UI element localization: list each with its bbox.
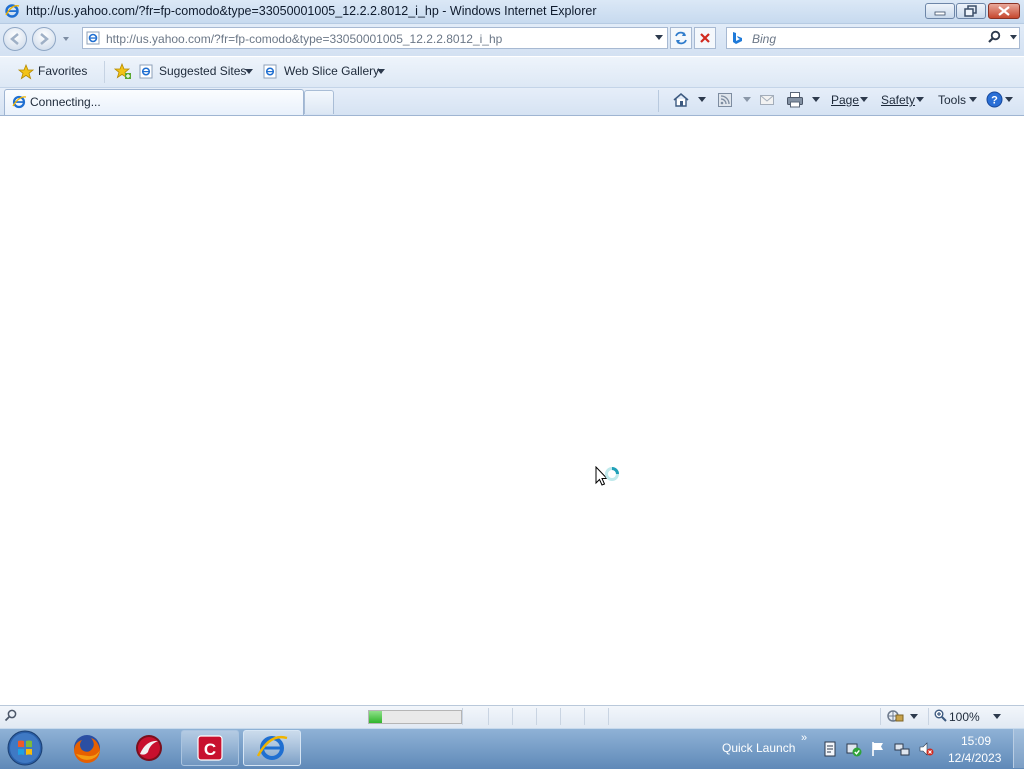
chevron-down-icon[interactable] (969, 97, 977, 103)
ie-icon (5, 4, 20, 18)
firefox-icon (74, 735, 100, 763)
taskbar-comodo[interactable]: C (181, 730, 239, 766)
chevron-down-icon (245, 69, 253, 74)
tab-label: Connecting... (30, 95, 101, 109)
protected-mode-icon[interactable] (886, 709, 906, 723)
busy-cursor-icon (595, 466, 619, 486)
window-title: http://us.yahoo.com/?fr=fp-comodo&type=3… (26, 4, 597, 18)
clock-date[interactable]: 12/4/2023 (948, 751, 1001, 765)
help-dropdown-icon[interactable] (1005, 97, 1013, 103)
chevron-down-icon[interactable] (916, 97, 924, 103)
zoom-icon[interactable] (934, 709, 947, 722)
home-icon[interactable] (672, 92, 690, 108)
add-to-favorites-bar-icon[interactable] (114, 63, 132, 81)
refresh-icon (675, 31, 687, 45)
status-divider (608, 708, 609, 725)
svg-text:C: C (204, 740, 216, 759)
stop-button[interactable] (694, 27, 716, 49)
status-divider (512, 708, 513, 725)
comodo-dragon-icon (136, 735, 162, 761)
back-button[interactable] (3, 27, 27, 51)
favorites-label: Favorites (38, 64, 88, 78)
command-bar-divider (658, 90, 659, 112)
status-divider (880, 708, 881, 725)
stop-icon (700, 33, 710, 43)
zoom-level[interactable]: 100% (949, 710, 980, 724)
new-tab-button[interactable] (304, 90, 334, 114)
taskbar-internet-explorer[interactable] (243, 730, 301, 766)
forward-arrow-icon (40, 33, 49, 45)
tools-menu[interactable]: Tools (938, 93, 966, 107)
page-content[interactable] (0, 116, 1024, 705)
search-icon (4, 709, 17, 722)
forward-button[interactable] (32, 27, 56, 51)
favorites-item-web-slice-gallery[interactable]: Web Slice Gallery (262, 61, 390, 83)
favorites-item-suggested-sites[interactable]: Suggested Sites (138, 61, 256, 83)
favorites-button[interactable]: Favorites (14, 61, 92, 83)
favorites-item-label: Web Slice Gallery (284, 64, 380, 78)
restore-icon (964, 5, 977, 17)
status-divider (462, 708, 463, 725)
bing-icon (733, 32, 742, 44)
protected-mode-dropdown-icon[interactable] (910, 714, 918, 720)
page-icon (139, 64, 153, 79)
print-dropdown-icon[interactable] (812, 97, 820, 103)
address-url[interactable]: http://us.yahoo.com/?fr=fp-comodo&type=3… (106, 32, 502, 46)
search-options-dropdown-icon[interactable] (1009, 34, 1018, 41)
volume-muted-icon[interactable] (918, 741, 934, 757)
taskbar-firefox[interactable] (58, 730, 116, 766)
comodo-icon: C (197, 735, 223, 761)
status-divider (560, 708, 561, 725)
chevron-down-icon (377, 69, 385, 74)
home-dropdown-icon[interactable] (698, 97, 706, 103)
start-button[interactable] (5, 729, 45, 767)
help-icon[interactable]: ? (986, 91, 1003, 108)
refresh-button[interactable] (670, 27, 692, 49)
page-icon (86, 31, 100, 45)
ie-icon (256, 735, 288, 760)
feeds-icon[interactable] (717, 92, 733, 108)
network-icon[interactable] (894, 741, 910, 757)
page-menu[interactable]: Page (831, 93, 859, 107)
restore-button[interactable] (956, 3, 986, 19)
favorites-divider (104, 61, 105, 83)
minimize-button[interactable] (925, 3, 955, 19)
close-button[interactable] (988, 3, 1020, 19)
minimize-icon (934, 11, 946, 16)
zoom-dropdown-icon[interactable] (993, 714, 1001, 720)
back-arrow-icon (10, 33, 19, 45)
recent-pages-dropdown-icon[interactable] (60, 34, 72, 44)
svg-text:?: ? (991, 95, 998, 107)
quick-launch-label[interactable]: Quick Launch (722, 741, 795, 755)
print-icon[interactable] (786, 91, 804, 108)
action-center-flag-icon[interactable] (870, 741, 886, 757)
status-divider (536, 708, 537, 725)
status-divider (928, 708, 929, 725)
loading-progress-bar (368, 710, 462, 724)
taskbar-comodo-dragon[interactable] (120, 730, 178, 766)
tray-document-icon[interactable] (822, 741, 838, 757)
favorites-star-icon (18, 64, 34, 80)
address-dropdown-icon[interactable] (654, 34, 664, 42)
search-placeholder[interactable]: Bing (752, 32, 776, 46)
tray-security-check-icon[interactable] (846, 741, 862, 757)
search-icon[interactable] (987, 30, 1001, 44)
chevron-down-icon[interactable] (860, 97, 868, 103)
loading-progress-fill (369, 711, 382, 723)
page-icon (263, 64, 277, 79)
quick-launch-chevron[interactable]: » (801, 732, 807, 744)
close-icon (998, 6, 1010, 16)
favorites-item-label: Suggested Sites (159, 64, 247, 78)
show-desktop-button[interactable] (1013, 729, 1024, 768)
clock-time[interactable]: 15:09 (961, 734, 991, 748)
feeds-dropdown-icon[interactable] (743, 97, 751, 103)
status-divider (488, 708, 489, 725)
ie-icon (12, 95, 27, 109)
read-mail-icon[interactable] (759, 93, 775, 107)
status-divider (584, 708, 585, 725)
safety-menu[interactable]: Safety (881, 93, 915, 107)
